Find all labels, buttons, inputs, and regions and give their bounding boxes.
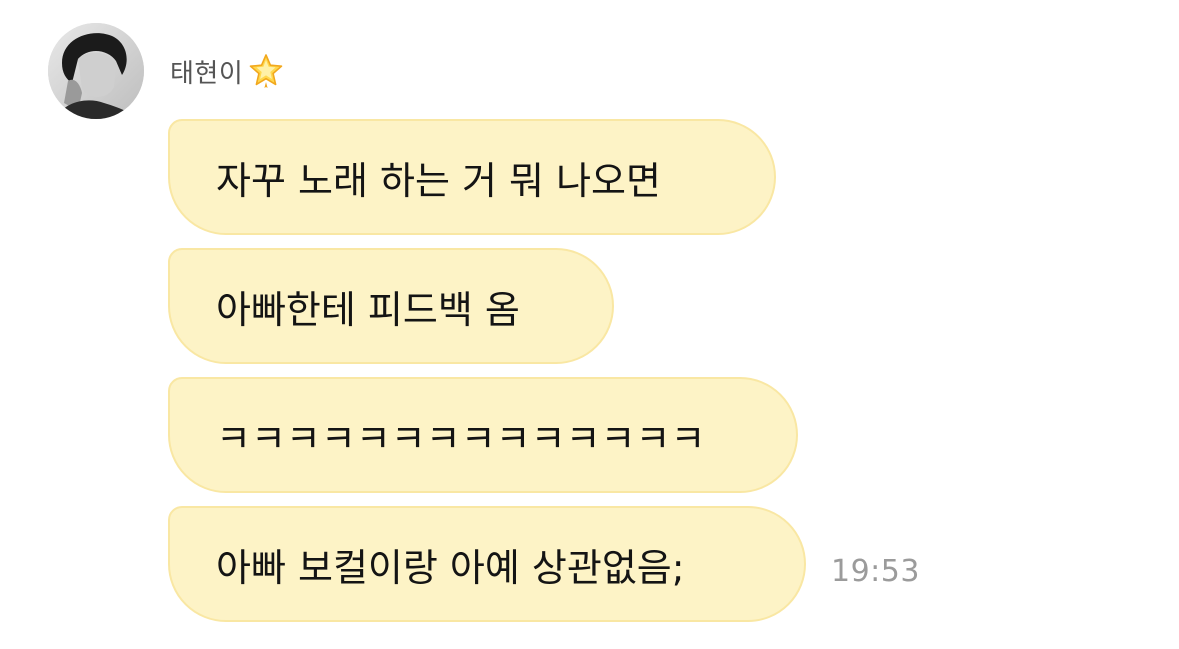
message-timestamp: 19:53	[831, 554, 920, 589]
message-bubble[interactable]: 아빠 보컬이랑 아예 상관없음;	[168, 506, 806, 622]
sender-header: 태현이	[170, 52, 285, 90]
message-bubble[interactable]: ㅋㅋㅋㅋㅋㅋㅋㅋㅋㅋㅋㅋㅋㅋ	[168, 377, 798, 493]
message-text: 아빠 보컬이랑 아예 상관없음;	[216, 545, 685, 590]
chat-thread: 태현이 자꾸 노래 하는 거 뭐 나오면 아빠한테 피드백 옴 ㅋㅋㅋㅋㅋㅋㅋㅋ…	[0, 0, 1179, 649]
profile-photo	[48, 23, 144, 119]
star-icon	[247, 52, 285, 90]
message-bubble[interactable]: 아빠한테 피드백 옴	[168, 248, 614, 364]
sender-name: 태현이	[170, 58, 244, 89]
message-text: 자꾸 노래 하는 거 뭐 나오면	[216, 158, 661, 203]
message-text: ㅋㅋㅋㅋㅋㅋㅋㅋㅋㅋㅋㅋㅋㅋ	[216, 416, 706, 461]
avatar[interactable]	[48, 23, 144, 119]
message-text: 아빠한테 피드백 옴	[216, 287, 520, 332]
message-bubble[interactable]: 자꾸 노래 하는 거 뭐 나오면	[168, 119, 776, 235]
